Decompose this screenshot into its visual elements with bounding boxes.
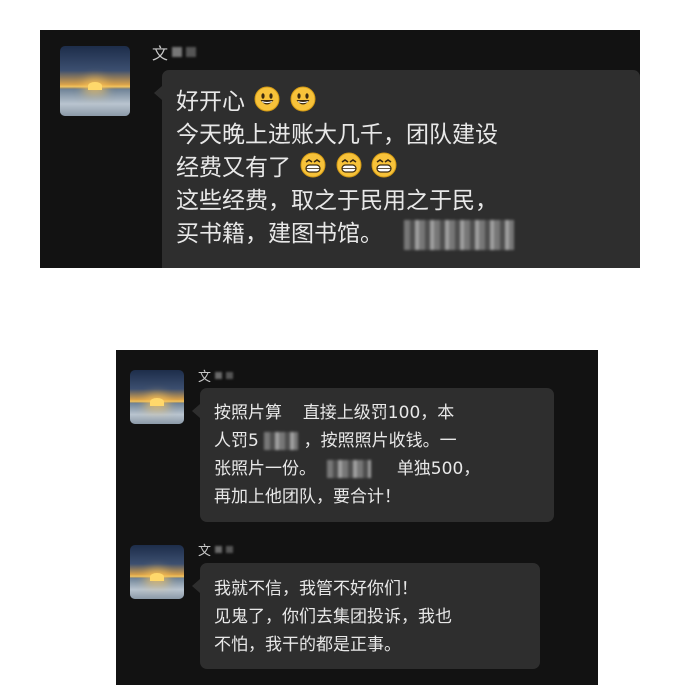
grinning-face-icon [336, 152, 362, 178]
message-line: 经费又有了 [176, 155, 291, 181]
sender-name: 文 [198, 540, 234, 559]
redacted-name [172, 47, 183, 57]
message-line: 见鬼了，你们去集团投诉，我也 [214, 607, 452, 627]
sender-name: 文 [152, 40, 197, 64]
message-line: 这些经费，取之于民用之于民， [176, 188, 498, 214]
message-line: 不怕，我干的都是正事。 [214, 635, 401, 655]
message-line: 单独500， [396, 459, 481, 479]
redacted-block [327, 460, 372, 478]
smiling-face-icon [290, 86, 316, 112]
redacted-name [186, 47, 197, 57]
message-line: 直接上级罚100，本 [302, 403, 455, 423]
sender-avatar[interactable] [130, 545, 184, 599]
sender-avatar[interactable] [60, 46, 130, 116]
grinning-face-icon [300, 152, 326, 178]
redacted-block [264, 432, 299, 450]
message-bubble[interactable]: 我就不信，我管不好你们！ 见鬼了，你们去集团投诉，我也 不怕，我干的都是正事。 [192, 563, 540, 669]
message-line: 好开心 [176, 89, 245, 115]
sender-initial: 文 [152, 44, 169, 63]
message-line: ，按照照片收钱。一 [303, 431, 457, 451]
message-line: 张照片一份。 [214, 459, 316, 479]
chat-screenshot-1: 文 好开心 今天晚上进账大几千，团队建设 经费又有了 这些经费，取之于民用之于民… [40, 30, 640, 268]
message-line: 人罚5 [214, 431, 259, 451]
message-line: 买书籍，建图书馆。 [176, 221, 383, 247]
message-line: 我就不信，我管不好你们！ [214, 579, 418, 599]
redacted-name [215, 546, 223, 553]
message-line: 今天晚上进账大几千，团队建设 [176, 122, 498, 148]
redacted-name [226, 372, 234, 379]
redacted-block [404, 219, 515, 250]
redacted-name [226, 546, 234, 553]
message-line: 再加上他团队，要合计！ [214, 487, 401, 507]
sender-initial: 文 [198, 544, 212, 559]
message-bubble[interactable]: 好开心 今天晚上进账大几千，团队建设 经费又有了 这些经费，取之于民用之于民， … [154, 70, 640, 268]
smiling-face-icon [254, 86, 280, 112]
grinning-face-icon [371, 152, 397, 178]
sender-name: 文 [198, 366, 234, 385]
chat-screenshot-2: 文 按照片算 直接上级罚100，本 人罚5 ，按照照片收钱。一 张照片一份。 单… [116, 350, 598, 685]
message-line: 按照片算 [214, 403, 282, 423]
sender-initial: 文 [198, 370, 212, 385]
sender-avatar[interactable] [130, 370, 184, 424]
message-bubble[interactable]: 按照片算 直接上级罚100，本 人罚5 ，按照照片收钱。一 张照片一份。 单独5… [192, 388, 554, 522]
redacted-name [215, 372, 223, 379]
